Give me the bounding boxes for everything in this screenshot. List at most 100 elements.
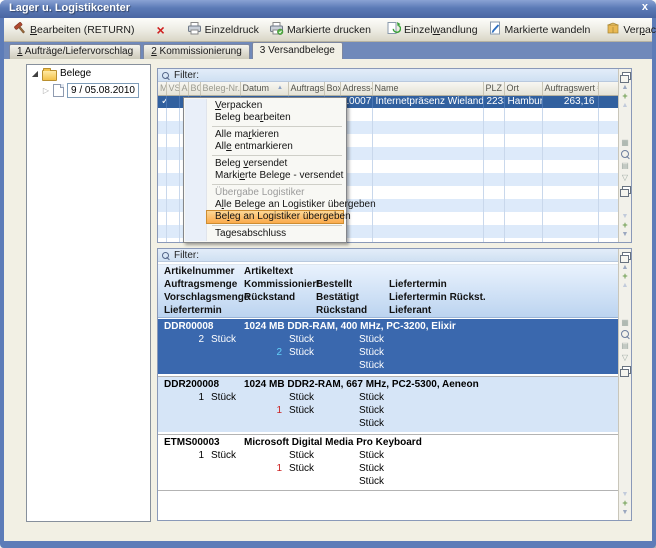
grid-view-icon[interactable]: ▦ — [621, 138, 629, 147]
cell-plz: 22335 — [483, 95, 504, 108]
unit-label: Stück — [359, 475, 384, 488]
menu-item-verpacken[interactable]: Verpacken — [185, 100, 345, 112]
filter-icon[interactable]: ▽ — [622, 353, 628, 362]
titlebar[interactable]: Lager u. Logistikcenter x — [0, 0, 656, 18]
tree-node-label: Belege — [60, 68, 91, 79]
col-box[interactable]: Box — [324, 82, 340, 95]
add-row-icon[interactable]: + — [622, 272, 627, 281]
tab-bar: 1 Aufträge/Liefervorschlag 2 Kommissioni… — [4, 42, 652, 59]
artikeltext: Microsoft Digital Media Pro Keyboard — [244, 436, 422, 449]
search-icon[interactable] — [621, 150, 629, 158]
search-icon[interactable] — [621, 330, 629, 338]
grid-view-icon[interactable]: ▦ — [621, 318, 629, 327]
tree-expanded-icon[interactable]: ◢ — [31, 69, 39, 78]
position-row-ddr00008[interactable]: DDR00008 1024 MB DDR-RAM, 400 MHz, PC-32… — [158, 319, 619, 374]
col-datum[interactable]: Datum▲ — [240, 82, 288, 95]
tab-kommissionierung[interactable]: 2 Kommissionierung — [143, 44, 250, 59]
add-row-icon[interactable]: + — [622, 92, 627, 101]
col-m[interactable]: M — [158, 82, 166, 95]
hammer-icon — [13, 21, 27, 38]
detail-header-block: Artikelnummer Artikeltext Auftragsmenge … — [158, 264, 619, 318]
position-row-etms00003[interactable]: ETMS00003 Microsoft Digital Media Pro Ke… — [158, 434, 619, 491]
unit-label: Stück — [359, 449, 384, 462]
unit-label: Stück — [289, 346, 314, 359]
col-auftrags-nr[interactable]: Auftrags-Nr. — [288, 82, 324, 95]
scroll-up-icon[interactable]: ▲ — [622, 281, 629, 290]
convert-icon — [387, 21, 401, 38]
unit-label: Stück — [359, 391, 384, 404]
document-icon — [53, 84, 64, 97]
filter-icon[interactable]: ▽ — [622, 173, 628, 182]
einzelwandlung-button[interactable]: Einzelwandlung — [382, 19, 483, 40]
col-name[interactable]: Name — [372, 82, 483, 95]
col-beleg-nr[interactable]: Beleg-Nr. — [200, 82, 240, 95]
menu-separator — [212, 184, 342, 185]
filter-label: Filter: — [174, 250, 199, 261]
einzeldruck-button[interactable]: Einzeldruck — [182, 20, 264, 40]
artikelnummer: DDR00008 — [164, 320, 213, 333]
windows-icon[interactable] — [622, 366, 631, 374]
tree-node-document[interactable]: ▷ 9 / 05.08.2010 — [27, 82, 150, 99]
menu-item-alle-entmarkieren[interactable]: Alle entmarkieren — [185, 141, 345, 153]
detail-filter-row[interactable]: Filter: — [158, 249, 619, 262]
close-icon[interactable]: x — [642, 1, 648, 13]
markierte-drucken-button[interactable]: Markierte drucken — [264, 20, 376, 40]
append-row-icon[interactable]: + — [622, 499, 627, 508]
unit-label: Stück — [211, 333, 236, 346]
column-chooser-icon[interactable] — [622, 252, 631, 260]
artikeltext: 1024 MB DDR-RAM, 400 MHz, PC-3200, Elixi… — [244, 320, 456, 333]
grid-filter-row[interactable]: Filter: — [158, 69, 619, 82]
artikelnummer: DDR200008 — [164, 378, 219, 391]
col-adress-nr[interactable]: Adress-Nr. — [340, 82, 372, 95]
menu-item-alle-markieren[interactable]: Alle markieren — [185, 129, 345, 141]
col-auftragswert[interactable]: Auftragswert € — [542, 82, 598, 95]
grid-side-toolbar: ▲ + ▲ ▦ ▤ ▽ ▼ + ▼ — [618, 249, 631, 520]
menu-item-beleg-an-logistiker[interactable]: Beleg an Logistiker übergeben — [185, 211, 345, 223]
delete-button[interactable]: × — [145, 22, 175, 38]
scroll-bottom-icon[interactable]: ▼ — [622, 508, 629, 517]
tab-versandbelege[interactable]: 3 Versandbelege — [252, 42, 343, 59]
filter-label: Filter: — [174, 70, 199, 81]
marked-check-icon[interactable]: ✓ — [158, 95, 166, 108]
list-view-icon[interactable]: ▤ — [621, 341, 629, 350]
hdr-bestaetigt: Bestätigt — [316, 291, 359, 304]
bearbeiten-button[interactable]: Bearbeiten (RETURN) — [8, 19, 139, 40]
tree-collapsed-icon[interactable]: ▷ — [42, 86, 50, 95]
hdr-rueckstand: Rückstand — [244, 291, 295, 304]
menu-item-markierte-belege-versendet[interactable]: Markierte Belege - versendet — [185, 170, 345, 182]
hdr-artikeltext: Artikeltext — [244, 265, 293, 278]
unit-label: Stück — [211, 449, 236, 462]
menu-item-uebergabe-logistiker: Übergabe Logistiker — [185, 187, 345, 199]
col-plz[interactable]: PLZ — [483, 82, 504, 95]
verpacken-button[interactable]: Verpacken — [601, 19, 656, 40]
menu-item-tagesabschluss[interactable]: Tagesabschluss — [185, 228, 345, 240]
col-bg[interactable]: BG — [188, 82, 200, 95]
window-title: Lager u. Logistikcenter — [9, 2, 130, 14]
scroll-up-icon[interactable]: ▲ — [622, 101, 629, 110]
filter-magnifier-icon — [162, 252, 169, 259]
document-tree-panel: ◢ Belege ▷ 9 / 05.08.2010 — [26, 64, 151, 522]
screen: Lager u. Logistikcenter x Bearbeiten (RE… — [0, 0, 656, 548]
list-view-icon[interactable]: ▤ — [621, 161, 629, 170]
col-ort[interactable]: Ort — [504, 82, 542, 95]
markierte-wandeln-button[interactable]: Markierte wandeln — [483, 19, 596, 40]
col-a[interactable]: A — [179, 82, 188, 95]
menu-item-beleg-bearbeiten[interactable]: Beleg bearbeiten — [185, 112, 345, 124]
positions-detail-panel: Filter: Artikelnummer Artikeltext Auftra… — [157, 248, 632, 521]
menu-item-beleg-versendet[interactable]: Beleg versendet — [185, 158, 345, 170]
scroll-bottom-icon[interactable]: ▼ — [622, 230, 629, 239]
column-chooser-icon[interactable] — [622, 72, 631, 80]
position-row-ddr200008[interactable]: DDR200008 1024 MB DDR2-RAM, 667 MHz, PC2… — [158, 376, 619, 432]
package-icon — [606, 21, 620, 38]
append-row-icon[interactable]: + — [622, 221, 627, 230]
tree-node-belege[interactable]: ◢ Belege — [27, 65, 150, 82]
tab-auftraege-liefervorschlag[interactable]: 1 Aufträge/Liefervorschlag — [9, 44, 141, 59]
col-vs[interactable]: VS — [166, 82, 179, 95]
cell-ort: Hamburg — [504, 95, 542, 108]
unit-label: Stück — [289, 333, 314, 346]
menu-separator — [212, 126, 342, 127]
cell-vs — [166, 95, 179, 108]
hdr-bestellt: Bestellt — [316, 278, 352, 291]
windows-icon[interactable] — [622, 186, 631, 194]
context-menu: Verpacken Beleg bearbeiten Alle markiere… — [183, 97, 347, 243]
